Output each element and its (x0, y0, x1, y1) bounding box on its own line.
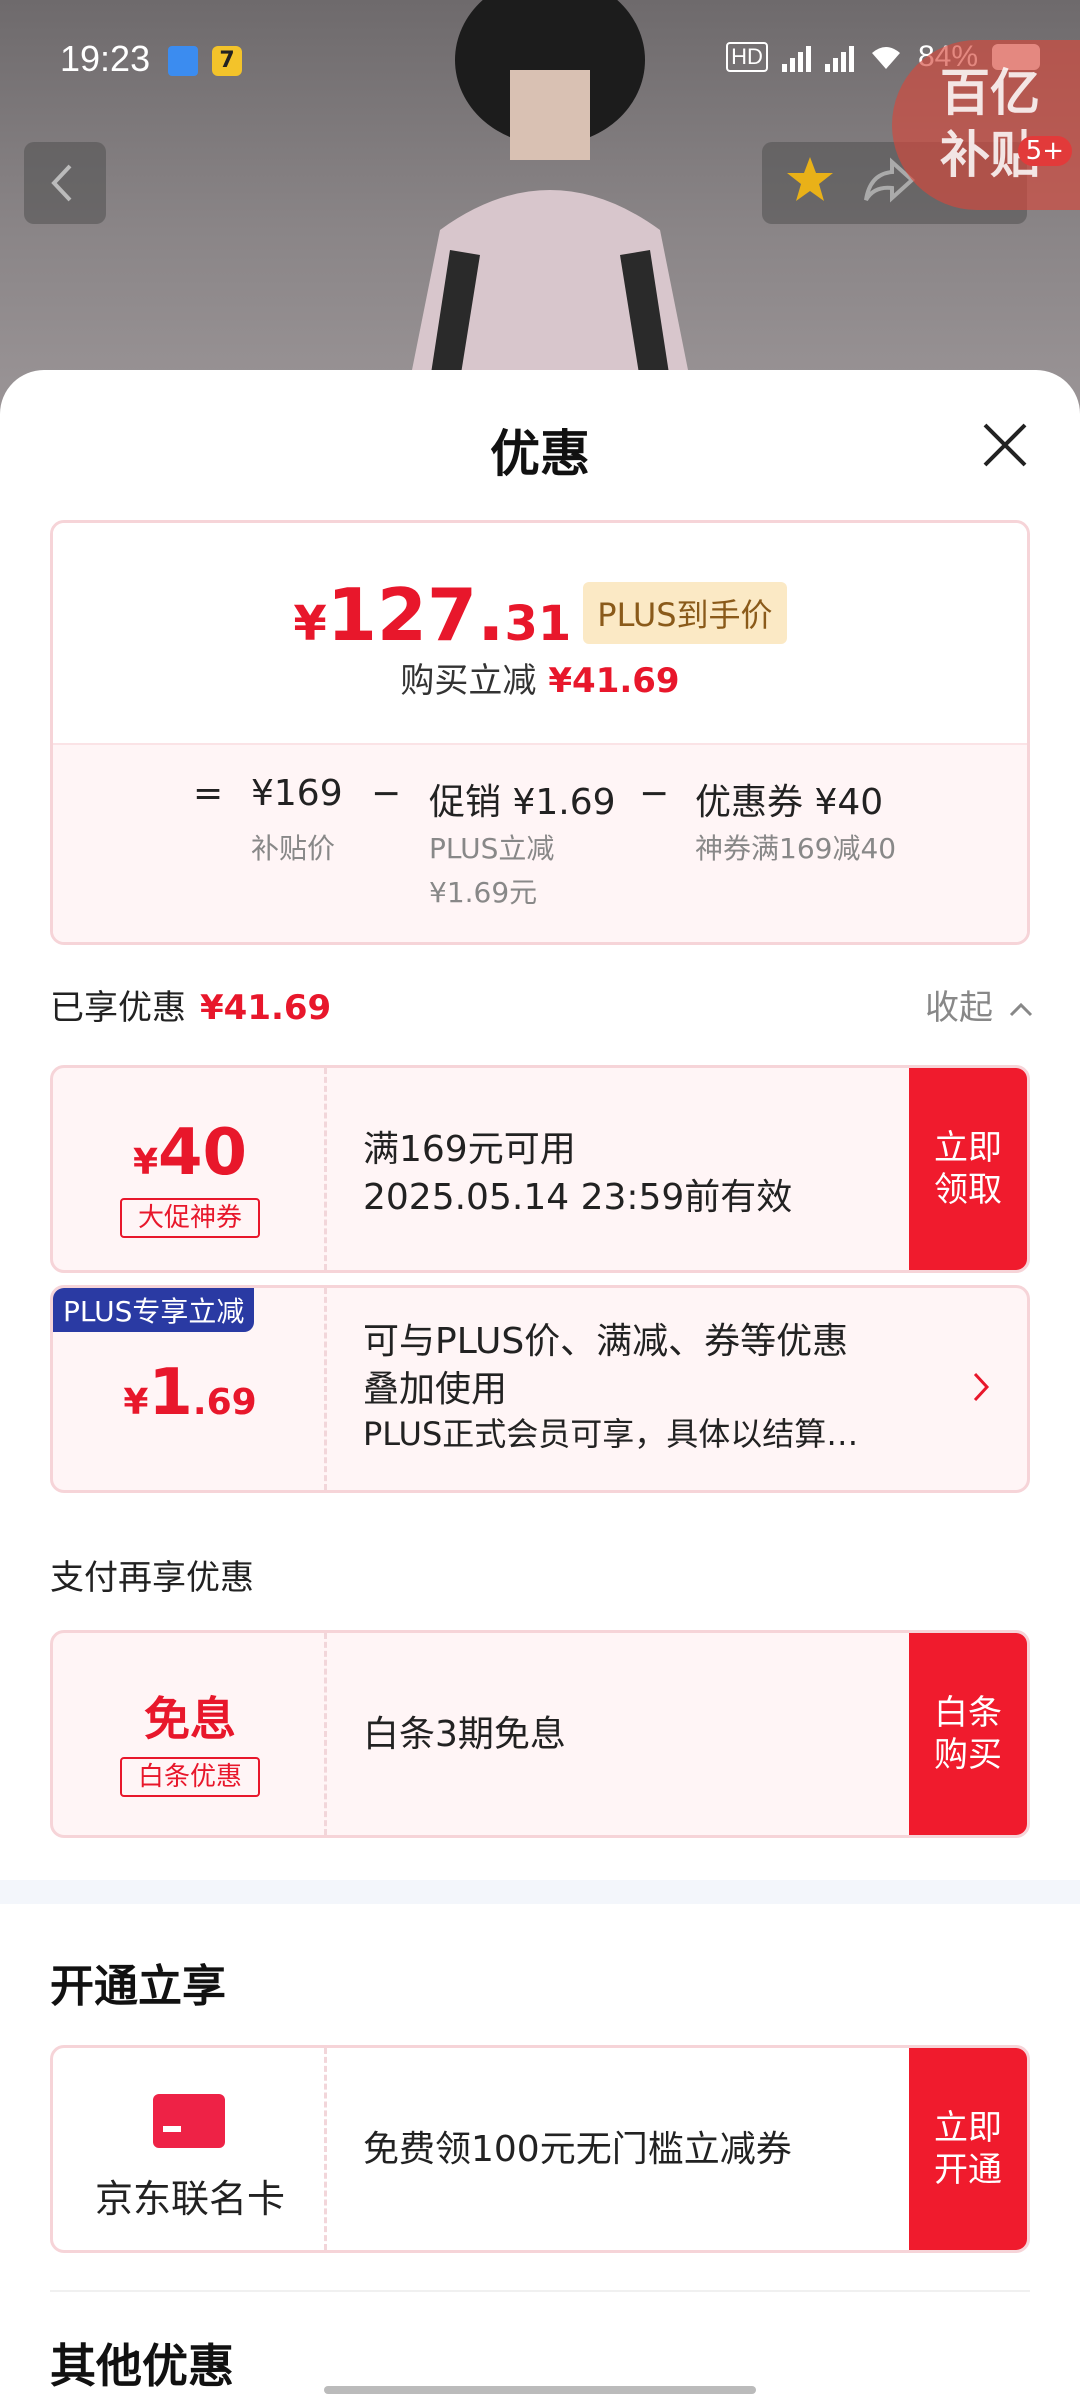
equals-sign: = (193, 773, 224, 814)
plus-line-2: 叠加使用 (363, 1369, 508, 1410)
plus-currency: ¥ (123, 1382, 149, 1423)
baitiao-tag: 白条优惠 (120, 1757, 260, 1797)
coupon-details: 满169元可用 2025.05.14 23:59前有效 (363, 1126, 792, 1222)
plus-exclusive-badge: PLUS专享立减 (53, 1288, 255, 1332)
price-integer: 127. (326, 573, 505, 657)
hd-icon: HD (726, 42, 768, 72)
close-icon[interactable] (980, 420, 1030, 470)
price-breakdown: = ¥169 补贴价 − 促销 ¥1.69 PLUS立减 ¥1.69元 − 优惠… (53, 743, 1027, 942)
coupon-amount: ¥40 (53, 1116, 327, 1190)
open-card-label: 立即开通 (934, 2108, 1002, 2190)
baitiao-left: 免息 白条优惠 (53, 1633, 327, 1835)
baitiao-buy-label: 白条购买 (934, 1693, 1002, 1775)
credit-card-icon (153, 2094, 225, 2148)
wifi-icon (871, 47, 900, 69)
divider-line (50, 2290, 1030, 2292)
base-price: ¥169 (251, 773, 343, 814)
reduction-amount: ¥41.69 (548, 661, 680, 701)
coupon-left: ¥40 大促神券 (53, 1068, 327, 1270)
promo-label: PLUS立减 (429, 832, 555, 865)
plus-line-1: 可与PLUS价、满减、券等优惠 (363, 1321, 849, 1362)
minus-sign-1: − (371, 773, 402, 814)
app-notification-icon: 7 (212, 46, 242, 76)
plus-discount-card[interactable]: ¥1.69 PLUS专享立减 可与PLUS价、满减、券等优惠 叠加使用 PLUS… (50, 1285, 1030, 1493)
back-button[interactable] (24, 142, 106, 224)
coupon-condition: 满169元可用 (363, 1129, 576, 1170)
price-currency: ¥ (293, 596, 327, 652)
co-brand-name: 京东联名卡 (94, 2177, 285, 2221)
sheet-title: 优惠 (490, 425, 590, 483)
coupon-card-40: ¥40 大促神券 满169元可用 2025.05.14 23:59前有效 立即领… (50, 1065, 1030, 1273)
signal-icon-2 (824, 42, 854, 72)
minus-sign-2: − (639, 773, 670, 814)
section-divider (0, 1880, 1080, 1904)
plus-amount-int: 1 (148, 1356, 193, 1430)
plus-price-tag: PLUS到手价 (583, 582, 787, 644)
subsidy-badge[interactable]: 百亿补贴 5+ (892, 40, 1080, 210)
baitiao-card: 免息 白条优惠 白条3期免息 白条购买 (50, 1630, 1030, 1838)
open-section-title: 开通立享 (50, 1961, 226, 2012)
subsidy-badge-count: 5+ (1017, 136, 1072, 166)
subsidy-badge-label: 百亿补贴 (940, 64, 1040, 184)
status-time: 19:23 (60, 38, 151, 79)
star-icon[interactable] (784, 154, 836, 206)
coupon-value: 优惠券 ¥40 (695, 782, 884, 823)
price-top: ¥127.31 PLUS到手价 购买立减 ¥41.69 (53, 523, 1027, 743)
telegram-icon (168, 46, 198, 76)
discount-sheet: 优惠 ¥127.31 PLUS到手价 购买立减 ¥41.69 = ¥169 补贴价 … (0, 370, 1080, 2400)
promo-value: 促销 ¥1.69 (429, 782, 616, 823)
open-card-button[interactable]: 立即开通 (909, 2048, 1027, 2250)
chevron-up-icon (1009, 1002, 1032, 1017)
pay-section-title: 支付再享优惠 (50, 1558, 254, 1598)
claim-coupon-label: 立即领取 (934, 1128, 1002, 1210)
other-section-title: 其他优惠 (50, 2339, 234, 2393)
claim-coupon-button[interactable]: 立即领取 (909, 1068, 1027, 1270)
co-brand-left: 京东联名卡 (53, 2048, 327, 2250)
chevron-left-icon (51, 164, 72, 202)
coupon-expiry: 2025.05.14 23:59前有效 (363, 1177, 793, 1218)
baitiao-title: 免息 (144, 1692, 236, 1746)
price-summary-card: ¥127.31 PLUS到手价 购买立减 ¥41.69 = ¥169 补贴价 − 促… (50, 520, 1030, 945)
price-reduction: 购买立减 ¥41.69 (53, 653, 1027, 702)
plus-amount-dec: .69 (192, 1382, 257, 1423)
home-indicator[interactable] (324, 2386, 756, 2394)
enjoyed-discount: 已享优惠 ¥41.69 (50, 980, 331, 1029)
final-price: ¥127.31 PLUS到手价 (53, 573, 1027, 657)
baitiao-details: 白条3期免息 (363, 1714, 566, 1755)
signal-icon (781, 42, 811, 72)
co-brand-card: 京东联名卡 免费领100元无门槛立减券 立即开通 (50, 2045, 1030, 2253)
chevron-right-icon (973, 1372, 990, 1402)
coupon-amount-value: 40 (158, 1116, 248, 1190)
base-price-label: 补贴价 (251, 832, 336, 865)
coupon-tag: 大促神券 (120, 1198, 260, 1238)
reduction-label: 购买立减 (400, 661, 537, 701)
promo-label-amount: ¥1.69元 (429, 876, 538, 909)
co-brand-details: 免费领100元无门槛立减券 (363, 2129, 792, 2170)
price-decimal: 31 (504, 596, 572, 652)
enjoyed-label: 已享优惠 (50, 988, 186, 1028)
coupon-label: 神券满169减40 (695, 832, 897, 865)
plus-details: 可与PLUS价、满减、券等优惠 叠加使用 PLUS正式会员可享，具体以结算… (363, 1318, 858, 1454)
baitiao-buy-button[interactable]: 白条购买 (909, 1633, 1027, 1835)
coupon-currency: ¥ (132, 1142, 158, 1183)
collapse-label: 收起 (925, 988, 993, 1028)
plus-amount: ¥1.69 (53, 1356, 327, 1430)
enjoyed-amount: ¥41.69 (200, 988, 332, 1028)
plus-line-3: PLUS正式会员可享，具体以结算… (363, 1415, 859, 1453)
collapse-button[interactable]: 收起 (925, 980, 1034, 1029)
